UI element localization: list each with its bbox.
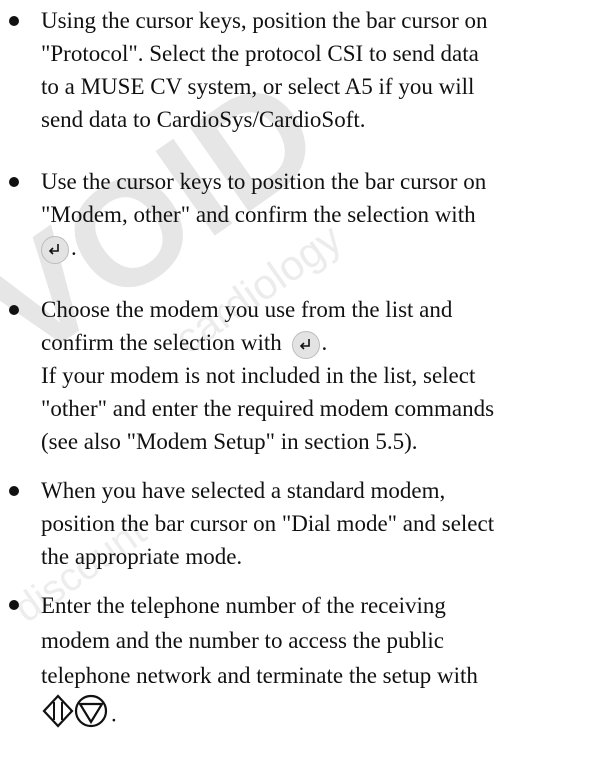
enter-key-icon [41, 235, 69, 264]
text-line: send data to CardioSys/CardioSoft. [41, 107, 366, 132]
enter-key-icon [291, 330, 320, 359]
text-line: Use the cursor keys to position the bar … [41, 169, 487, 194]
text-line: telephone network and terminate the setu… [41, 663, 478, 688]
text-line: confirm the selection with [41, 330, 282, 355]
text-line: modem and the number to access the publi… [41, 628, 445, 653]
text-line: the appropriate mode. [41, 544, 243, 569]
bullet-icon [9, 600, 19, 610]
bullet-icon [9, 177, 19, 187]
text-line: "Protocol". Select the protocol CSI to s… [41, 41, 479, 66]
text-line: . [321, 330, 328, 355]
text-line: Enter the telephone number of the receiv… [41, 593, 446, 618]
start-stop-icon [41, 693, 111, 739]
text-line: position the bar cursor on "Dial mode" a… [41, 511, 495, 536]
bullet-icon [9, 305, 19, 315]
text-line: If your modem is not included in the lis… [41, 363, 476, 388]
text-line: Choose the modem you use from the list a… [41, 297, 453, 322]
text-line: . [111, 701, 117, 727]
bullet-icon [9, 486, 19, 496]
bullet-icon [9, 16, 19, 26]
text-line: "other" and enter the required modem com… [41, 396, 495, 421]
text-line: . [71, 235, 77, 260]
text-line: (see also "Modem Setup" in section 5.5). [41, 429, 418, 454]
text-line: Using the cursor keys, position the bar … [41, 8, 488, 33]
text-line: "Modem, other" and confirm the selection… [41, 202, 476, 227]
text-line: When you have selected a standard modem, [41, 478, 446, 503]
text-line: to a MUSE CV system, or select A5 if you… [41, 74, 475, 99]
